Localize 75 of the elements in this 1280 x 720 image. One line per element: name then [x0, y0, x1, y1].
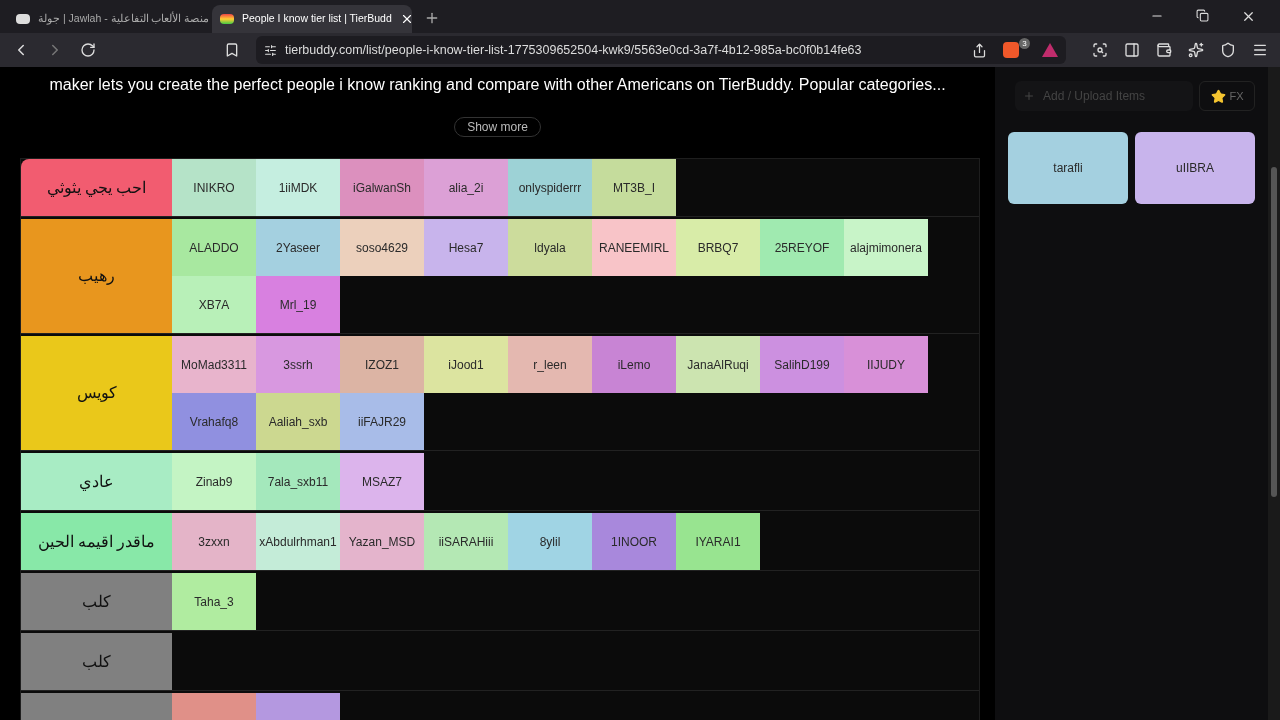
tab-favicon-icon: [16, 14, 30, 24]
tier-item[interactable]: MT3B_I: [592, 159, 676, 216]
tier-item[interactable]: iiFAJR29: [340, 393, 424, 450]
tier-item[interactable]: Taha_3: [172, 573, 256, 630]
unranked-item[interactable]: tarafli: [1008, 132, 1128, 204]
tier-item[interactable]: iJood1: [424, 336, 508, 393]
tier-item[interactable]: soso4629: [340, 219, 424, 276]
tier-item[interactable]: iGalwanSh: [340, 159, 424, 216]
tier-item[interactable]: IZOZ1: [340, 336, 424, 393]
browser-tab[interactable]: People I know tier list | TierBudd: [212, 5, 412, 33]
tier-item[interactable]: SalihD199: [760, 336, 844, 393]
tier-item[interactable]: r_leen: [508, 336, 592, 393]
tier-item[interactable]: 8ylil: [508, 513, 592, 570]
restore-icon[interactable]: [1196, 9, 1209, 22]
tier-item[interactable]: 1INOOR: [592, 513, 676, 570]
tier-item[interactable]: Vrahafq8: [172, 393, 256, 450]
vpn-icon[interactable]: [1220, 42, 1236, 58]
address-bar[interactable]: tierbuddy.com/list/people-i-know-tier-list-1775309652504-kwk9/5563e0cd-3a7f-4b12-985a-bc0f0b14fe63 3: [256, 36, 1066, 64]
bookmark-icon[interactable]: [224, 42, 240, 58]
tab-favicon-icon: [220, 14, 234, 24]
tier-item[interactable]: 7ala_sxb11: [256, 453, 340, 510]
description-text: maker lets you create the perfect people i know ranking and compare with other Americans on TierBuddy. Popular categories...: [49, 75, 946, 95]
tier-item[interactable]: 2Yaseer: [256, 219, 340, 276]
tier-item[interactable]: alia_2i: [424, 159, 508, 216]
tier-item[interactable]: ALADDO: [172, 219, 256, 276]
scrollbar[interactable]: [1268, 67, 1280, 720]
site-settings-icon[interactable]: [264, 43, 277, 57]
url-text: tierbuddy.com/list/people-i-know-tier-list-1775309652504-kwk9/5563e0cd-3a7f-4b12-985a-bc0f0b14fe63: [285, 41, 863, 59]
sparkle-icon[interactable]: [1188, 42, 1204, 58]
tier-item[interactable]: xAbdulrhman1: [256, 513, 340, 570]
tier-label[interactable]: احب يجي يثوثي: [21, 159, 172, 216]
shield-count-badge: 3: [1019, 38, 1030, 49]
tier-item[interactable]: BRBQ7: [676, 219, 760, 276]
share-icon[interactable]: [972, 42, 987, 58]
tier-item[interactable]: 3zxxn: [172, 513, 256, 570]
tier-label[interactable]: كلب: [21, 633, 172, 690]
wallet-icon[interactable]: [1156, 42, 1172, 58]
shield-extension-icon[interactable]: [1003, 42, 1019, 58]
star-icon: [1210, 88, 1226, 104]
plus-icon: [1023, 90, 1035, 102]
tier-item[interactable]: Mrl_19: [256, 276, 340, 333]
tier-item[interactable]: MSAZ7: [340, 453, 424, 510]
tier-item[interactable]: alajmimonera: [844, 219, 928, 276]
reload-icon[interactable]: [80, 42, 96, 58]
tier-item[interactable]: iiSARAHiii: [424, 513, 508, 570]
tier-item[interactable]: MoMad3311: [172, 336, 256, 393]
tier-item[interactable]: ldyala: [508, 219, 592, 276]
tier-label[interactable]: ماقدر اقيمه الحين: [21, 513, 172, 570]
tier-item[interactable]: XB7A: [172, 276, 256, 333]
tier-item[interactable]: 1iiMDK: [256, 159, 340, 216]
tier-item[interactable]: 25REYOF: [760, 219, 844, 276]
tier-item[interactable]: Yazan_MSD: [340, 513, 424, 570]
menu-icon[interactable]: [1252, 42, 1268, 58]
close-icon[interactable]: [1241, 9, 1256, 24]
tier-item[interactable]: JanaAlRuqi: [676, 336, 760, 393]
tier-label[interactable]: كويس: [21, 336, 172, 450]
screenshot-icon[interactable]: [1092, 42, 1108, 58]
tier-item[interactable]: onlyspiderrr: [508, 159, 592, 216]
tier-label[interactable]: عادي: [21, 453, 172, 510]
tier-item[interactable]: IIJUDY: [844, 336, 928, 393]
tier-item[interactable]: 3ssrh: [256, 336, 340, 393]
browser-tab[interactable]: جولة | Jawlah - منصة الألعاب التفاعلية: [8, 5, 208, 33]
tier-item[interactable]: IYARAI1: [676, 513, 760, 570]
unranked-item[interactable]: uIIBRA: [1135, 132, 1255, 204]
tier-item[interactable]: RANEEMIRL: [592, 219, 676, 276]
sidebar-icon[interactable]: [1124, 42, 1140, 58]
tier-label[interactable]: رهيب: [21, 219, 172, 333]
tier-item[interactable]: Aaliah_sxb: [256, 393, 340, 450]
new-tab-icon[interactable]: [424, 10, 440, 26]
tier-item[interactable]: iLemo: [592, 336, 676, 393]
tier-label[interactable]: كلب: [21, 573, 172, 630]
tier-item[interactable]: INIKRO: [172, 159, 256, 216]
triangle-icon[interactable]: [1042, 43, 1058, 57]
tier-item[interactable]: Hesa7: [424, 219, 508, 276]
tier-item[interactable]: Zinab9: [172, 453, 256, 510]
